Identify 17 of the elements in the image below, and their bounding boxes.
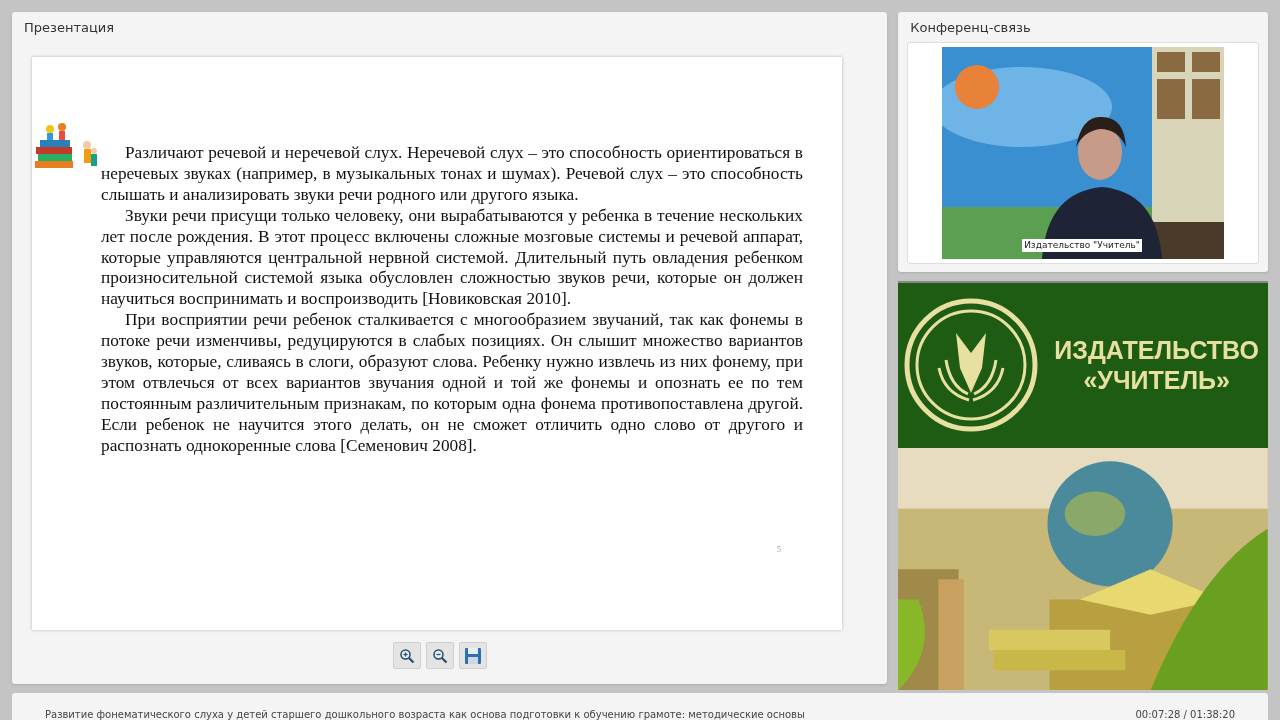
zoom-out-icon bbox=[431, 647, 448, 664]
speaker-label: Издательство "Учитель" bbox=[1022, 239, 1142, 252]
panel-title: Презентация bbox=[24, 20, 115, 36]
page-number: 5 bbox=[777, 544, 781, 556]
zoom-in-button[interactable] bbox=[392, 642, 421, 669]
slide-paragraph: Звуки речи присущи только человеку, они вырабатываются у ребенка в течение нескольких лет после рождения. В этот процесс включены сложные мозговые системы и речевой аппарат, которые управляются центральной нервной системой. Длительный путь овладения ребенком произносительной системой языка обусловлен сложностью звуков речи, которые он должен научиться воспринимать и воспроизводить [Новиковская 2010]. bbox=[101, 205, 803, 311]
slide-paragraph: Различают речевой и неречевой слух. Неречевой слух – это способность ориентироваться в неречевых звуках (например, в музыкальных тонах и шумах). Речевой слух – это способность слышать и анализировать звуки речи родного или другого языка. bbox=[101, 143, 803, 206]
panel-title: Конференц-связь bbox=[910, 20, 1031, 36]
zoom-out-button[interactable] bbox=[425, 642, 454, 669]
playback-time: 00:07:28 / 01:38:20 bbox=[1135, 708, 1235, 720]
save-button[interactable] bbox=[458, 642, 487, 669]
zoom-in-icon bbox=[398, 647, 415, 664]
slide-paragraph: При восприятии речи ребенок сталкивается с многообразием звучаний, так как фонемы в потоке речи изменчивы, редуцируются в слабых позициях. Он слышит множество вариантов звуков, которые, сливаясь в слоги, образуют слова. Ребенку нужно извлечь из них фонему, при этом отвлечься от всех вариантов звучания одной и той же фонемы и опознать ее по тем постоянным различительным признакам, по которым одна фонема противопоставлена другой. Если ребенок не научится этого делать, он не сможет отличить одно слово от другого и распознать однокоренные слова [Семенович 2008]. bbox=[101, 310, 803, 457]
course-title: Развитие фонематического слуха у детей старшего дошкольного возраста как основа подготовки к обучению грамоте: методические основы bbox=[45, 708, 805, 720]
banner-title: «УЧИТЕЛЬ» bbox=[1083, 365, 1230, 396]
banner-title: ИЗДАТЕЛЬСТВО bbox=[1054, 335, 1259, 366]
logo-icon bbox=[904, 298, 1039, 433]
